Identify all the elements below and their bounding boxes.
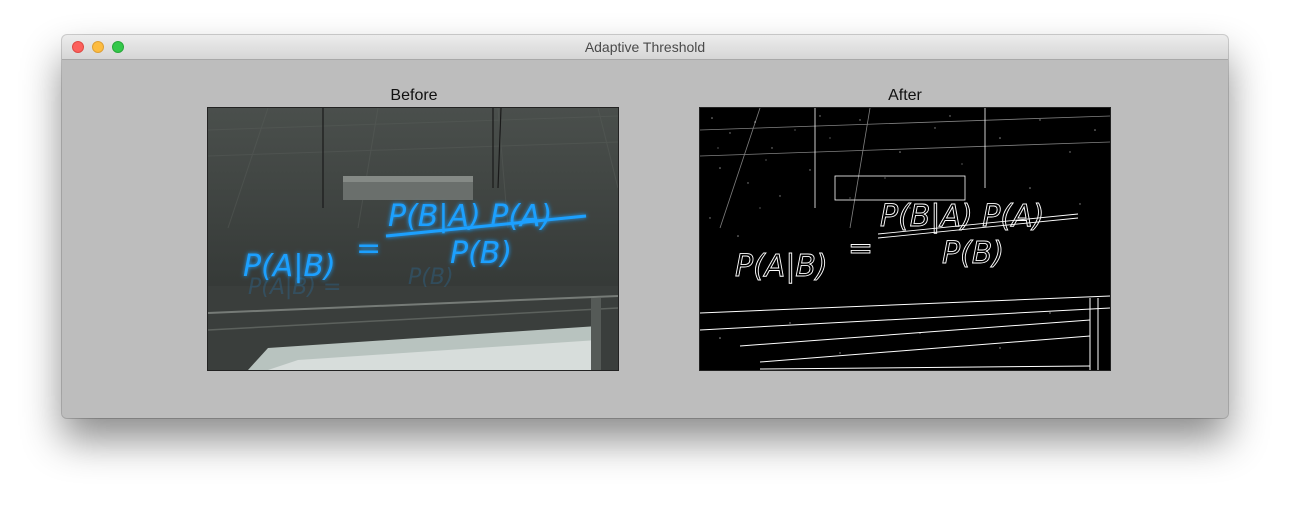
content-area: Before P(A|B) = P(B|A) P(A) P(B) P(A|B) … — [62, 60, 1228, 418]
after-formula-numerator: P(B|A) P(A) — [880, 199, 1044, 234]
app-window: Adaptive Threshold Before P(A|B) = P(B|A… — [62, 35, 1228, 418]
svg-text:P(B): P(B) — [408, 265, 454, 290]
after-formula-lhs: P(A|B) — [735, 249, 828, 284]
before-panel-title: Before — [390, 87, 438, 104]
before-image: P(A|B) = P(B|A) P(A) P(B) P(A|B) = P(B) — [207, 107, 619, 371]
before-image-canvas: P(A|B) = P(B|A) P(A) P(B) P(A|B) = P(B) — [208, 108, 618, 370]
formula-denominator: P(B) — [450, 236, 512, 271]
after-image-canvas: P(A|B) = P(B|A) P(A) P(B) — [700, 108, 1110, 370]
after-panel-title: After — [888, 87, 922, 104]
window-title: Adaptive Threshold — [584, 39, 706, 55]
after-image: P(A|B) = P(B|A) P(A) P(B) — [699, 107, 1111, 371]
svg-text:P(A|B) =: P(A|B) = — [248, 275, 341, 300]
formula-equals: = — [356, 231, 381, 266]
after-formula-denominator: P(B) — [942, 236, 1004, 271]
title-bar[interactable]: Adaptive Threshold — [62, 35, 1228, 60]
after-formula-equals: = — [848, 231, 873, 266]
